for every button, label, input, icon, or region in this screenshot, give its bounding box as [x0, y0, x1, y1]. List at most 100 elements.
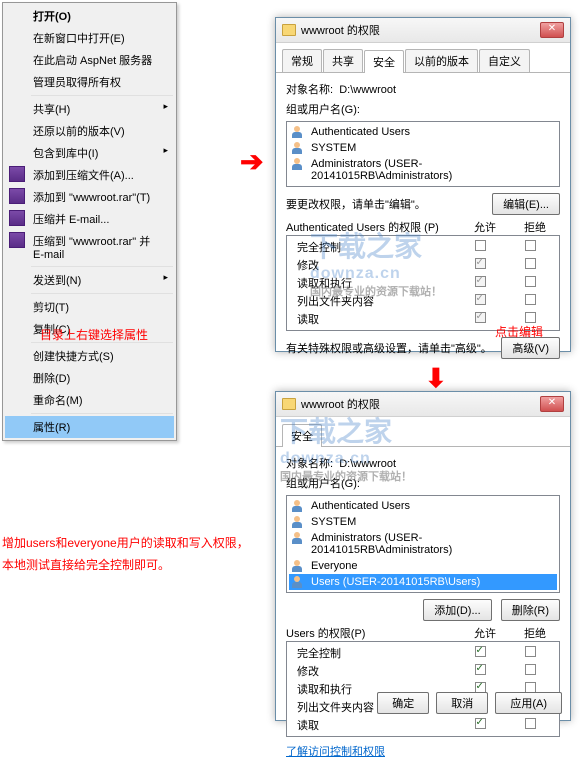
allow-checkbox	[475, 258, 486, 269]
perm-row: 修改	[291, 256, 555, 274]
user-entry[interactable]: Authenticated Users	[289, 124, 557, 140]
annotation-1: 目录上右键选择属性	[40, 326, 148, 343]
rar-icon	[9, 188, 25, 204]
remove-button[interactable]: 删除(R)	[501, 599, 560, 621]
user-entry[interactable]: Authenticated Users	[289, 498, 557, 514]
deny-checkbox	[525, 276, 536, 287]
perm-row: 完全控制	[291, 238, 555, 256]
deny-checkbox	[525, 240, 536, 251]
cancel-button[interactable]: 取消	[436, 692, 488, 714]
perm-header: Users 的权限(P) 允许 拒绝	[286, 625, 560, 641]
advanced-button[interactable]: 高级(V)	[501, 337, 560, 359]
menu-item[interactable]: 共享(H)	[5, 98, 174, 120]
apply-button[interactable]: 应用(A)	[495, 692, 562, 714]
properties-dialog-1: wwwroot 的权限 ✕ 常规共享安全以前的版本自定义 对象名称: D:\ww…	[275, 17, 571, 352]
allow-checkbox	[475, 240, 486, 251]
menu-item[interactable]: 在此启动 AspNet 服务器	[5, 49, 174, 71]
perm-list: 完全控制修改读取和执行列出文件夹内容读取	[286, 641, 560, 737]
adv-row: 有关特殊权限或高级设置，请单击"高级"。 高级(V)	[286, 337, 560, 359]
folder-icon	[282, 398, 296, 410]
menu-item[interactable]: 属性(R)	[5, 416, 174, 438]
menu-item[interactable]: 管理员取得所有权	[5, 71, 174, 93]
menu-item[interactable]: 删除(D)	[5, 367, 174, 389]
folder-icon	[282, 24, 296, 36]
perm-row: 完全控制	[291, 644, 555, 662]
user-icon	[291, 559, 305, 573]
user-entry[interactable]: Users (USER-20141015RB\Users)	[289, 574, 557, 590]
group-label: 组或用户名(G):	[286, 475, 560, 491]
edit-row: 要更改权限，请单击"编辑"。 编辑(E)...	[286, 193, 560, 215]
deny-checkbox[interactable]	[525, 646, 536, 657]
allow-checkbox[interactable]	[475, 664, 486, 675]
menu-item[interactable]: 发送到(N)	[5, 269, 174, 291]
edit-button[interactable]: 编辑(E)...	[492, 193, 560, 215]
user-list[interactable]: Authenticated UsersSYSTEMAdministrators …	[286, 121, 560, 187]
close-button[interactable]: ✕	[540, 396, 564, 412]
tab[interactable]: 共享	[323, 49, 363, 72]
red-arrow-down-icon: ⬇	[425, 363, 447, 394]
menu-item[interactable]: 在新窗口中打开(E)	[5, 27, 174, 49]
object-row: 对象名称: D:\wwwroot	[286, 455, 560, 471]
tab[interactable]: 常规	[282, 49, 322, 72]
tabs-row: 安全	[276, 417, 570, 447]
user-entry[interactable]: Administrators (USER-20141015RB\Administ…	[289, 156, 557, 184]
allow-checkbox	[475, 276, 486, 287]
annotation-3: 点击编辑	[495, 323, 543, 340]
dialog-buttons: 确定 取消 应用(A)	[373, 692, 562, 714]
allow-checkbox	[475, 294, 486, 305]
titlebar: wwwroot 的权限 ✕	[276, 392, 570, 417]
user-icon	[291, 157, 305, 171]
menu-item[interactable]: 添加到 "wwwroot.rar"(T)	[5, 186, 174, 208]
properties-dialog-2: wwwroot 的权限 ✕ 安全 对象名称: D:\wwwroot 组或用户名(…	[275, 391, 571, 721]
user-icon	[291, 141, 305, 155]
user-entry[interactable]: Everyone	[289, 558, 557, 574]
user-entry[interactable]: Administrators (USER-20141015RB\Administ…	[289, 530, 557, 558]
menu-item[interactable]: 创建快捷方式(S)	[5, 345, 174, 367]
object-row: 对象名称: D:\wwwroot	[286, 81, 560, 97]
help-link[interactable]: 了解访问控制和权限	[286, 746, 385, 758]
perm-row: 修改	[291, 662, 555, 680]
menu-item[interactable]: 添加到压缩文件(A)...	[5, 164, 174, 186]
add-button[interactable]: 添加(D)...	[423, 599, 491, 621]
user-list[interactable]: Authenticated UsersSYSTEMAdministrators …	[286, 495, 560, 593]
red-arrow-right-icon: ➔	[240, 145, 263, 178]
dialog-body: 对象名称: D:\wwwroot 组或用户名(G): Authenticated…	[276, 447, 570, 767]
close-button[interactable]: ✕	[540, 22, 564, 38]
annotation-2: 增加users和everyone用户的读取和写入权限，本地测试直接给完全控制即可…	[2, 532, 252, 576]
rar-icon	[9, 166, 25, 182]
tab[interactable]: 以前的版本	[405, 49, 478, 72]
menu-item[interactable]: 重命名(M)	[5, 389, 174, 411]
allow-checkbox[interactable]	[475, 718, 486, 729]
allow-checkbox[interactable]	[475, 646, 486, 657]
group-label: 组或用户名(G):	[286, 101, 560, 117]
tab-security[interactable]: 安全	[282, 424, 322, 447]
user-icon	[291, 499, 305, 513]
menu-item[interactable]: 压缩到 "wwwroot.rar" 并 E-mail	[5, 230, 174, 264]
menu-item[interactable]: 打开(O)	[5, 5, 174, 27]
tabs-row: 常规共享安全以前的版本自定义	[276, 43, 570, 73]
ok-button[interactable]: 确定	[377, 692, 429, 714]
rar-icon	[9, 210, 25, 226]
deny-checkbox[interactable]	[525, 718, 536, 729]
dialog-title: wwwroot 的权限	[301, 396, 540, 412]
menu-item[interactable]: 包含到库中(I)	[5, 142, 174, 164]
deny-checkbox[interactable]	[525, 664, 536, 675]
perm-row: 读取	[291, 716, 555, 734]
perm-list: 完全控制修改读取和执行列出文件夹内容读取	[286, 235, 560, 331]
help-link-row: 了解访问控制和权限	[286, 743, 560, 759]
tab[interactable]: 安全	[364, 50, 404, 73]
context-menu: 打开(O)在新窗口中打开(E)在此启动 AspNet 服务器管理员取得所有权共享…	[2, 2, 177, 441]
dialog-title: wwwroot 的权限	[301, 22, 540, 38]
user-entry[interactable]: SYSTEM	[289, 514, 557, 530]
user-icon	[291, 575, 305, 589]
menu-item[interactable]: 还原以前的版本(V)	[5, 120, 174, 142]
add-remove-row: 添加(D)... 删除(R)	[286, 599, 560, 621]
perm-header: Authenticated Users 的权限 (P) 允许 拒绝	[286, 219, 560, 235]
user-entry[interactable]: SYSTEM	[289, 140, 557, 156]
deny-checkbox	[525, 294, 536, 305]
tab[interactable]: 自定义	[479, 49, 530, 72]
menu-item[interactable]: 剪切(T)	[5, 296, 174, 318]
deny-checkbox	[525, 312, 536, 323]
perm-row: 列出文件夹内容	[291, 292, 555, 310]
menu-item[interactable]: 压缩并 E-mail...	[5, 208, 174, 230]
